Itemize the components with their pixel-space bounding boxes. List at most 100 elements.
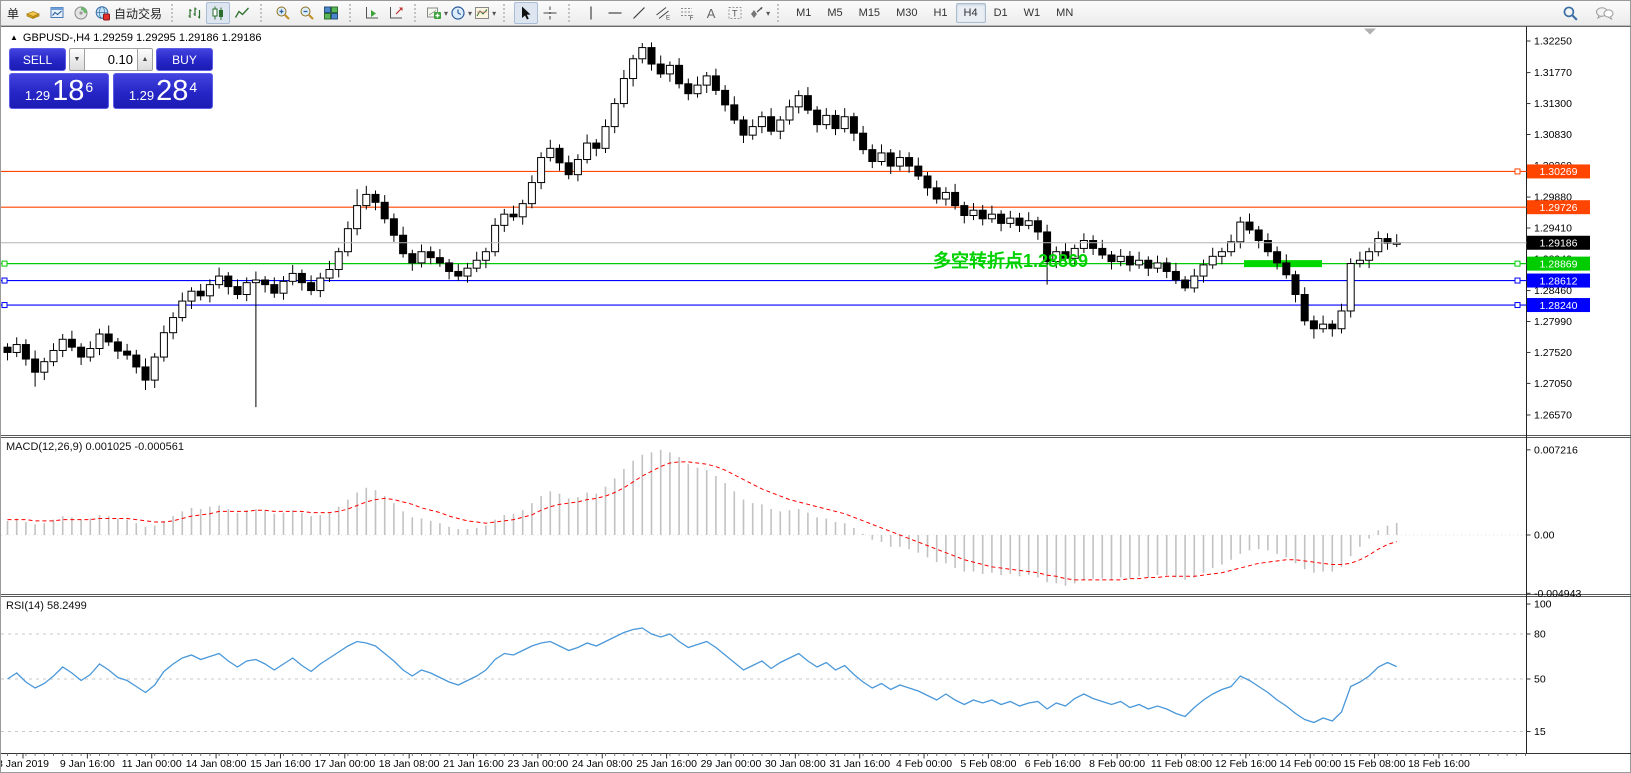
auto-scroll-button[interactable]	[360, 2, 384, 24]
ohlc-bars-icon	[186, 5, 202, 21]
price-level-line[interactable]	[1, 303, 1527, 308]
sell-price-prefix: 1.29	[25, 88, 50, 103]
svg-text:1.29410: 1.29410	[1534, 223, 1572, 235]
volume-increase-button[interactable]: ▲	[137, 48, 153, 71]
text-label-button[interactable]: T	[723, 2, 747, 24]
svg-text:8 Jan 2019: 8 Jan 2019	[1, 758, 49, 770]
equidistant-channel-button[interactable]: E	[651, 2, 675, 24]
search-icon	[1562, 5, 1579, 22]
price-level-line[interactable]	[1, 169, 1527, 174]
annotation-text[interactable]: 多空转折点1.28869	[933, 250, 1088, 271]
svg-text:1.31300: 1.31300	[1534, 98, 1572, 110]
periods-button[interactable]: ▾	[449, 2, 473, 24]
svg-text:18 Feb 16:00: 18 Feb 16:00	[1408, 758, 1470, 770]
tile-windows-button[interactable]	[319, 2, 343, 24]
svg-text:30 Jan 08:00: 30 Jan 08:00	[765, 758, 826, 770]
candlestick-chart-type-button[interactable]	[206, 2, 230, 24]
timeframe-m30-button[interactable]: M30	[888, 3, 925, 23]
timeframe-h4-button[interactable]: H4	[956, 3, 986, 23]
zoom-out-button[interactable]	[295, 2, 319, 24]
price-level-badge: 1.28612	[1527, 274, 1590, 288]
svg-text:E: E	[666, 16, 670, 22]
timeframe-d1-button[interactable]: D1	[986, 3, 1016, 23]
timeframe-mn-button[interactable]: MN	[1048, 3, 1081, 23]
chart-shift-icon	[388, 5, 404, 21]
text-button[interactable]: A	[699, 2, 723, 24]
sell-price-sup: 6	[85, 76, 93, 95]
auto-scroll-icon	[364, 5, 380, 21]
buy-price-button[interactable]: 1.29284	[113, 73, 213, 109]
new-order-button[interactable]	[21, 2, 45, 24]
toolbar-separator	[171, 4, 178, 22]
price-level-badge: 1.28869	[1527, 257, 1590, 271]
trendline-icon	[631, 5, 647, 21]
chart-canvas[interactable]: 1.322501.317701.313001.308301.303601.298…	[1, 1, 1631, 773]
toolbar-separator	[568, 4, 575, 22]
toolbar-separator	[777, 4, 784, 22]
navigator-button[interactable]	[69, 2, 93, 24]
symbol-collapse-icon[interactable]: ▲	[10, 33, 18, 42]
vertical-line-button[interactable]	[579, 2, 603, 24]
svg-text:15: 15	[1534, 726, 1546, 738]
svg-text:31 Jan 16:00: 31 Jan 16:00	[829, 758, 890, 770]
time-axis[interactable]: 8 Jan 20199 Jan 16:0011 Jan 00:0014 Jan …	[1, 754, 1526, 771]
timeframe-m15-button[interactable]: M15	[851, 3, 888, 23]
volume-decrease-button[interactable]: ▼	[69, 48, 85, 71]
svg-text:1.30830: 1.30830	[1534, 129, 1572, 141]
template-icon	[474, 5, 490, 21]
toolbar-separator	[260, 4, 267, 22]
svg-text:1.28612: 1.28612	[1540, 275, 1578, 287]
tile-windows-icon	[323, 5, 339, 21]
timeframe-h1-button[interactable]: H1	[925, 3, 955, 23]
price-level-badge: 1.30269	[1527, 164, 1590, 178]
gold-plate-icon	[25, 5, 41, 21]
svg-text:1.28869: 1.28869	[1540, 258, 1578, 270]
volume-input[interactable]	[85, 48, 137, 71]
new-order-label[interactable]: 单	[5, 5, 21, 22]
toolbar-separator	[414, 4, 421, 22]
horizontal-line-button[interactable]	[603, 2, 627, 24]
svg-text:18 Jan 08:00: 18 Jan 08:00	[379, 758, 440, 770]
macd-signal-line	[8, 462, 1397, 580]
line-chart-type-button[interactable]	[230, 2, 254, 24]
templates-button[interactable]: ▾	[473, 2, 497, 24]
svg-text:9 Jan 16:00: 9 Jan 16:00	[60, 758, 115, 770]
buy-price-big: 28	[156, 77, 188, 106]
macd-axis: 0.0072160.00-0.004943	[1527, 444, 1582, 599]
zoom-out-icon	[299, 5, 315, 21]
sell-price-big: 18	[52, 77, 84, 106]
indicators-button[interactable]: ▾	[425, 2, 449, 24]
autotrade-button[interactable]: 自动交易	[93, 2, 165, 24]
fibonacci-button[interactable]: F	[675, 2, 699, 24]
timeframe-m5-button[interactable]: M5	[819, 3, 850, 23]
price-axis[interactable]: 1.322501.317701.313001.308301.303601.298…	[1527, 36, 1573, 422]
zoom-in-icon	[275, 5, 291, 21]
buy-button[interactable]: BUY	[156, 48, 213, 71]
cursor-button[interactable]	[514, 2, 538, 24]
svg-text:50: 50	[1534, 674, 1546, 686]
sell-price-button[interactable]: 1.29186	[9, 73, 109, 109]
trendline-button[interactable]	[627, 2, 651, 24]
timeframe-w1-button[interactable]: W1	[1016, 3, 1049, 23]
crosshair-button[interactable]	[538, 2, 562, 24]
arrows-button[interactable]: ▾	[747, 2, 771, 24]
price-level-line[interactable]	[1, 260, 1527, 267]
buy-price-prefix: 1.29	[129, 88, 154, 103]
toolbar-separator	[503, 4, 510, 22]
svg-text:5 Feb 08:00: 5 Feb 08:00	[960, 758, 1016, 770]
bar-chart-type-button[interactable]	[182, 2, 206, 24]
dropdown-arrow-icon: ▾	[468, 9, 472, 18]
community-button[interactable]	[1592, 2, 1616, 24]
timeframe-m1-button[interactable]: M1	[788, 3, 819, 23]
svg-text:1.26570: 1.26570	[1534, 410, 1572, 422]
svg-text:15 Feb 08:00: 15 Feb 08:00	[1344, 758, 1406, 770]
svg-text:14 Feb 00:00: 14 Feb 00:00	[1279, 758, 1341, 770]
sell-button[interactable]: SELL	[9, 48, 66, 71]
rsi-axis: 100805015	[1527, 599, 1552, 739]
search-button[interactable]	[1558, 2, 1582, 24]
chart-shift-marker[interactable]	[1364, 29, 1376, 35]
chart-shift-button[interactable]	[384, 2, 408, 24]
svg-text:T: T	[732, 9, 738, 19]
market-watch-button[interactable]	[45, 2, 69, 24]
zoom-in-button[interactable]	[271, 2, 295, 24]
